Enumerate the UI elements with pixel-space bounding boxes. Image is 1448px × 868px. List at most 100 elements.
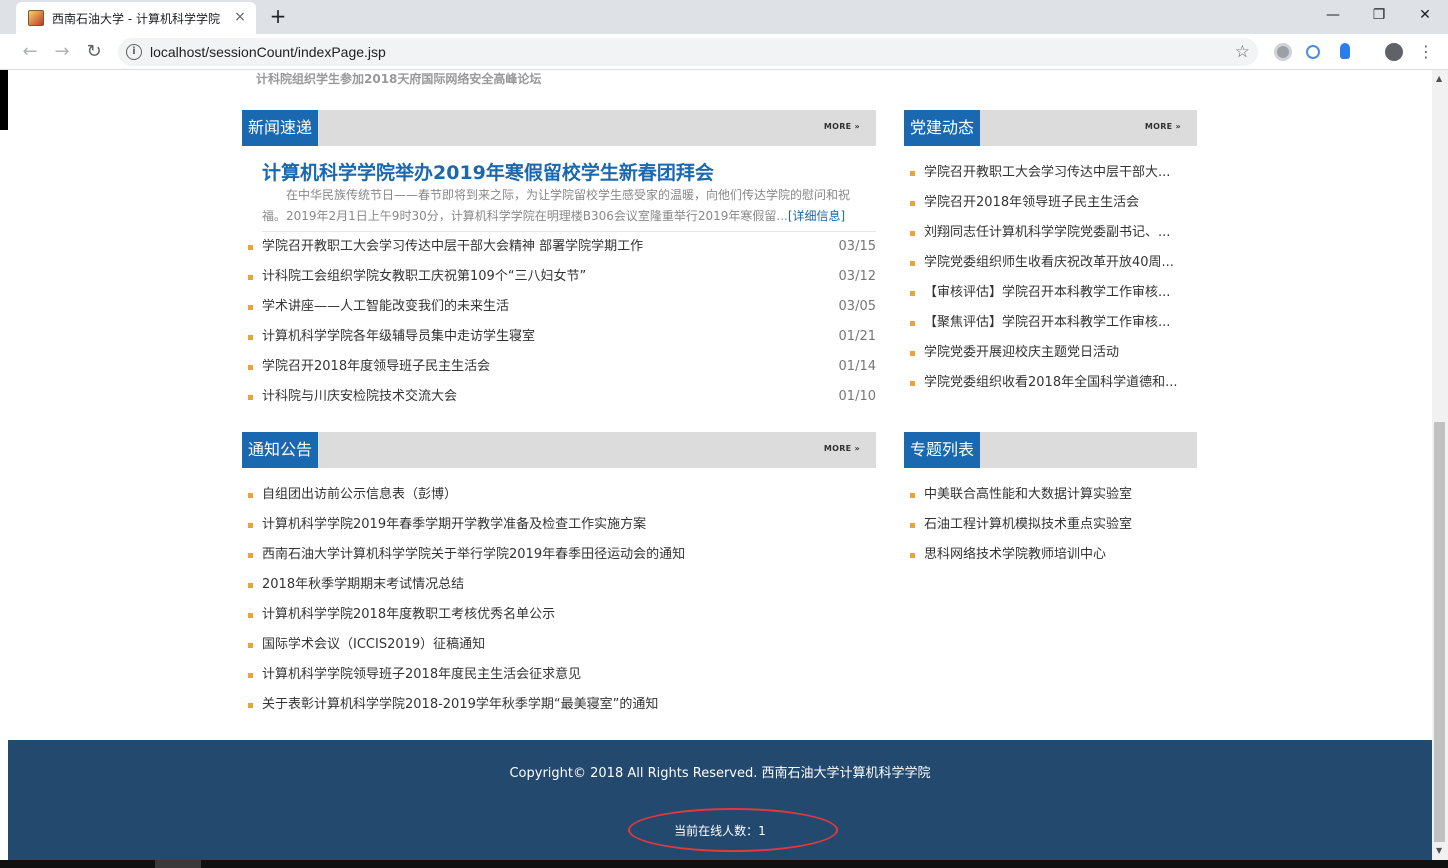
party-item-text[interactable]: 学院召开2018年领导班子民主生活会 [924, 195, 1139, 210]
notice-item-text[interactable]: 关于表彰计算机科学学院2018-2019学年秋季学期“最美寝室”的通知 [262, 697, 658, 712]
news-detail-link[interactable]: [详细信息] [788, 209, 845, 223]
taskbar-item[interactable] [155, 860, 201, 868]
topics-panel-title[interactable]: 专题列表 [904, 432, 981, 468]
news-panel-title[interactable]: 新闻速递 [242, 110, 319, 146]
browser-tab[interactable]: 西南石油大学 - 计算机科学学院 × [16, 2, 256, 34]
topics-item[interactable]: 中美联合高性能和大数据计算实验室 [908, 480, 1198, 510]
notice-panel-title[interactable]: 通知公告 [242, 432, 319, 468]
topics-item-text[interactable]: 中美联合高性能和大数据计算实验室 [924, 487, 1132, 502]
bullet-square-icon [910, 351, 915, 356]
topics-item-text[interactable]: 石油工程计算机模拟技术重点实验室 [924, 517, 1132, 532]
notice-item[interactable]: 关于表彰计算机科学学院2018-2019学年秋季学期“最美寝室”的通知 [246, 690, 876, 720]
bullet-square-icon [248, 583, 253, 588]
party-item[interactable]: 学院召开2018年领导班子民主生活会 [908, 188, 1198, 218]
news-item-date: 01/21 [838, 329, 876, 344]
notice-item-text[interactable]: 国际学术会议（ICCIS2019）征稿通知 [262, 637, 485, 652]
party-item-text[interactable]: 学院召开教职工大会学习传达中层干部大... [924, 165, 1170, 180]
close-window-icon[interactable]: ✕ [1410, 4, 1440, 26]
news-item-text[interactable]: 计科院工会组织学院女教职工庆祝第109个“三八妇女节” [262, 269, 586, 284]
notice-item-text[interactable]: 西南石油大学计算机科学学院关于举行学院2019年春季田径运动会的通知 [262, 547, 685, 562]
news-item[interactable]: 学术讲座——人工智能改变我们的未来生活 03/05 [246, 292, 876, 322]
tab-close-icon[interactable]: × [232, 9, 248, 25]
forward-icon[interactable]: → [52, 42, 72, 62]
news-more-link[interactable]: MORE » [824, 122, 860, 131]
address-bar[interactable]: i localhost/sessionCount/indexPage.jsp ☆ [118, 38, 1258, 66]
party-item-text[interactable]: 刘翔同志任计算机科学学院党委副书记、... [924, 225, 1170, 240]
topics-list: 中美联合高性能和大数据计算实验室 石油工程计算机模拟技术重点实验室 思科网络技术学院… [908, 480, 1198, 570]
party-item-text[interactable]: 学院党委组织收看2018年全国科学道德和... [924, 375, 1177, 390]
bullet-square-icon [248, 673, 253, 678]
new-tab-icon[interactable]: + [268, 6, 288, 26]
party-item[interactable]: 学院党委组织师生收看庆祝改革开放40周... [908, 248, 1198, 278]
url-text[interactable]: localhost/sessionCount/indexPage.jsp [150, 44, 386, 60]
reload-icon[interactable]: ↻ [84, 42, 104, 62]
notice-more-link[interactable]: MORE » [824, 444, 860, 453]
news-item[interactable]: 学院召开2018年度领导班子民主生活会 01/14 [246, 352, 876, 382]
bullet-square-icon [248, 335, 253, 340]
party-item[interactable]: 学院党委组织收看2018年全国科学道德和... [908, 368, 1198, 398]
notice-item-text[interactable]: 2018年秋季学期期末考试情况总结 [262, 577, 464, 592]
minimize-icon[interactable]: — [1318, 4, 1348, 26]
back-icon[interactable]: ← [20, 42, 40, 62]
news-item[interactable]: 计算机科学学院各年级辅导员集中走访学生寝室 01/21 [246, 322, 876, 352]
party-item[interactable]: 【聚焦评估】学院召开本科教学工作审核... [908, 308, 1198, 338]
tab-strip: 西南石油大学 - 计算机科学学院 × + — ❐ ✕ [0, 0, 1448, 34]
scroll-up-icon[interactable]: ▲ [1436, 74, 1442, 83]
news-item-text[interactable]: 学院召开教职工大会学习传达中层干部大会精神 部署学院学期工作 [262, 239, 643, 254]
party-item[interactable]: 【审核评估】学院召开本科教学工作审核... [908, 278, 1198, 308]
news-item-text[interactable]: 计算机科学学院各年级辅导员集中走访学生寝室 [262, 329, 535, 344]
news-item[interactable]: 计科院与川庆安检院技术交流大会 01/10 [246, 382, 876, 412]
topics-item[interactable]: 石油工程计算机模拟技术重点实验室 [908, 510, 1198, 540]
party-item[interactable]: 学院召开教职工大会学习传达中层干部大... [908, 158, 1198, 188]
notice-item[interactable]: 自组团出访前公示信息表（彭博） [246, 480, 876, 510]
notice-item[interactable]: 计算机科学学院2018年度教职工考核优秀名单公示 [246, 600, 876, 630]
top-news-link[interactable]: 计科院组织学生参加2018天府国际网络安全高峰论坛 [256, 70, 541, 87]
notice-item[interactable]: 西南石油大学计算机科学学院关于举行学院2019年春季田径运动会的通知 [246, 540, 876, 570]
notice-item-text[interactable]: 自组团出访前公示信息表（彭博） [262, 487, 457, 502]
bullet-square-icon [248, 643, 253, 648]
notice-item[interactable]: 计算机科学学院2019年春季学期开学教学准备及检查工作实施方案 [246, 510, 876, 540]
news-item-date: 03/12 [838, 269, 876, 284]
bullet-square-icon [248, 523, 253, 528]
party-item[interactable]: 学院党委开展迎校庆主题党日活动 [908, 338, 1198, 368]
news-item[interactable]: 计科院工会组织学院女教职工庆祝第109个“三八妇女节” 03/12 [246, 262, 876, 292]
profile-avatar-icon[interactable] [1385, 43, 1403, 61]
party-item-text[interactable]: 【聚焦评估】学院召开本科教学工作审核... [924, 315, 1170, 330]
bullet-square-icon [248, 493, 253, 498]
extension-bulb-icon[interactable] [1340, 43, 1350, 59]
notice-item-text[interactable]: 计算机科学学院2018年度教职工考核优秀名单公示 [262, 607, 555, 622]
party-more-link[interactable]: MORE » [1145, 122, 1181, 131]
extension-search-icon[interactable] [1306, 45, 1320, 59]
party-panel-header: 党建动态 MORE » [904, 110, 1197, 146]
news-item-text[interactable]: 学院召开2018年度领导班子民主生活会 [262, 359, 490, 374]
bullet-square-icon [248, 553, 253, 558]
notice-item[interactable]: 计算机科学学院领导班子2018年度民主生活会征求意见 [246, 660, 876, 690]
site-info-icon[interactable]: i [126, 44, 142, 60]
scroll-down-icon[interactable]: ▼ [1436, 846, 1442, 855]
news-headline[interactable]: 计算机科学学院举办2019年寒假留校学生新春团拜会 [262, 158, 714, 185]
news-item[interactable]: 学院召开教职工大会学习传达中层干部大会精神 部署学院学期工作 03/15 [246, 232, 876, 262]
topics-item[interactable]: 思科网络技术学院教师培训中心 [908, 540, 1198, 570]
news-summary: 在中华民族传统节日——春节即将到来之际，为让学院留校学生感受家的温暖，向他们传达… [262, 185, 862, 227]
scrollbar-thumb[interactable] [1434, 422, 1445, 842]
extension-circle-icon[interactable] [1274, 43, 1292, 61]
party-item-text[interactable]: 学院党委组织师生收看庆祝改革开放40周... [924, 255, 1174, 270]
bullet-square-icon [248, 703, 253, 708]
restore-icon[interactable]: ❐ [1364, 4, 1394, 26]
notice-item[interactable]: 2018年秋季学期期末考试情况总结 [246, 570, 876, 600]
news-item-text[interactable]: 学术讲座——人工智能改变我们的未来生活 [262, 299, 509, 314]
topics-item-text[interactable]: 思科网络技术学院教师培训中心 [924, 547, 1106, 562]
browser-menu-icon[interactable]: ⋮ [1416, 42, 1436, 62]
page-footer: Copyright© 2018 All Rights Reserved. 西南石… [8, 740, 1432, 860]
party-list: 学院召开教职工大会学习传达中层干部大... 学院召开2018年领导班子民主生活会刘… [908, 158, 1198, 398]
party-item[interactable]: 刘翔同志任计算机科学学院党委副书记、... [908, 218, 1198, 248]
notice-item[interactable]: 国际学术会议（ICCIS2019）征稿通知 [246, 630, 876, 660]
news-item-text[interactable]: 计科院与川庆安检院技术交流大会 [262, 389, 457, 404]
bookmark-star-icon[interactable]: ☆ [1235, 42, 1250, 62]
page-scrollbar[interactable]: ▲ ▼ [1432, 70, 1448, 860]
party-panel-title[interactable]: 党建动态 [904, 110, 981, 146]
notice-item-text[interactable]: 计算机科学学院2019年春季学期开学教学准备及检查工作实施方案 [262, 517, 646, 532]
party-item-text[interactable]: 学院党委开展迎校庆主题党日活动 [924, 345, 1119, 360]
notice-item-text[interactable]: 计算机科学学院领导班子2018年度民主生活会征求意见 [262, 667, 581, 682]
party-item-text[interactable]: 【审核评估】学院召开本科教学工作审核... [924, 285, 1170, 300]
